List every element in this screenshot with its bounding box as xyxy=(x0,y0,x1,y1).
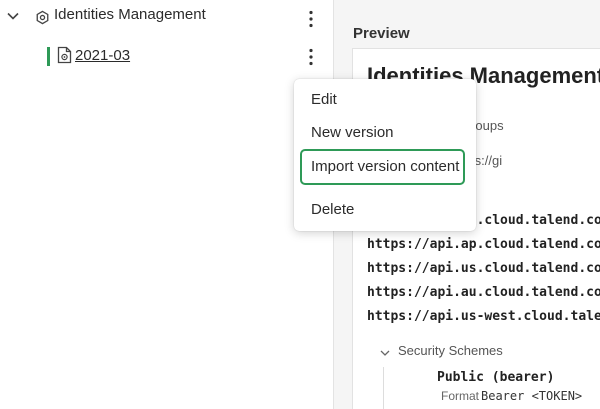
api-tree-panel: Identities Management 2021-03 xyxy=(0,0,333,409)
version-context-menu: Edit New version Import version content … xyxy=(294,79,476,231)
menu-item-import-version-content[interactable]: Import version content xyxy=(311,158,459,175)
version-more-options-icon[interactable] xyxy=(303,47,319,67)
security-indent-line xyxy=(383,367,384,409)
chevron-down-icon[interactable] xyxy=(6,9,20,23)
security-scheme-name: Public (bearer) xyxy=(437,370,555,385)
security-format-value: Bearer <TOKEN> xyxy=(481,389,583,403)
menu-item-edit[interactable]: Edit xyxy=(311,91,337,108)
menu-item-delete[interactable]: Delete xyxy=(311,201,354,218)
more-options-icon[interactable] xyxy=(303,9,319,29)
security-format-label: Format xyxy=(441,389,480,403)
version-document-icon xyxy=(57,46,72,64)
selected-indicator xyxy=(47,47,50,66)
server-url: https://api.us-west.cloud.talend.com xyxy=(367,309,600,324)
server-url: https://api.ap.cloud.talend.com xyxy=(367,237,600,252)
tree-item-version-link[interactable]: 2021-03 xyxy=(75,47,130,64)
preview-heading: Preview xyxy=(353,25,410,42)
server-url: https://api.au.cloud.talend.com xyxy=(367,285,600,300)
menu-item-new-version[interactable]: New version xyxy=(311,124,394,141)
security-chevron-down-icon[interactable] xyxy=(379,347,391,359)
server-url: https://api.us.cloud.talend.com xyxy=(367,261,600,276)
security-schemes-toggle[interactable]: Security Schemes xyxy=(398,343,503,358)
tree-item-api-label[interactable]: Identities Management xyxy=(54,6,206,23)
api-hexagon-icon xyxy=(36,10,49,25)
